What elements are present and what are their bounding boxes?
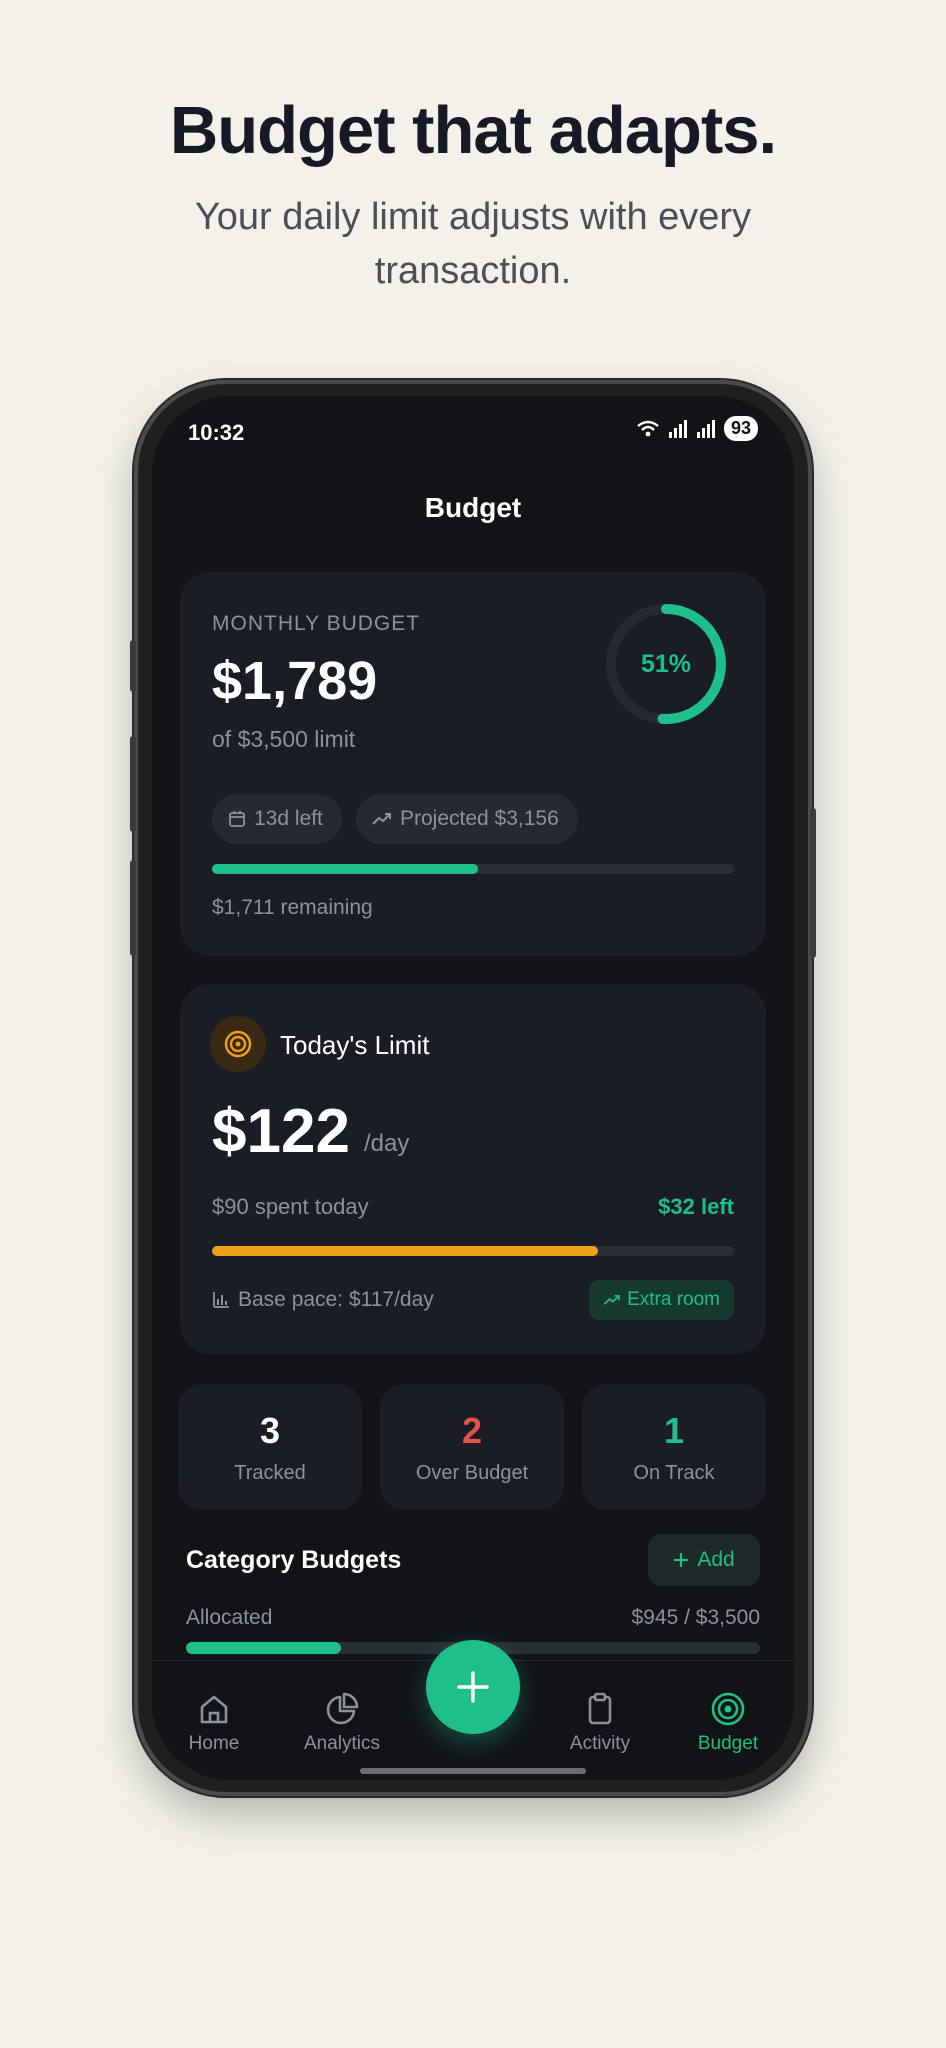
stat-on-track[interactable]: 1 On Track bbox=[582, 1384, 766, 1510]
subline: Your daily limit adjusts with every tran… bbox=[194, 196, 752, 292]
wifi-icon bbox=[637, 420, 659, 436]
days-left-chip: 13d left bbox=[212, 794, 342, 844]
target-icon-badge bbox=[210, 1016, 266, 1072]
plus-icon bbox=[674, 1553, 689, 1567]
calendar-icon bbox=[229, 811, 245, 827]
status-icons: 93 bbox=[636, 416, 758, 441]
nav-analytics[interactable]: Analytics bbox=[282, 1691, 402, 1755]
allocated-label: Allocated bbox=[186, 1606, 273, 1629]
clipboard-icon bbox=[588, 1692, 612, 1725]
trending-up-icon bbox=[372, 813, 391, 825]
monthly-budget-amount: $1,789 bbox=[212, 651, 378, 711]
battery-indicator: 93 bbox=[723, 416, 758, 441]
todays-limit-card[interactable]: Today's Limit $122 /day $90 spent today … bbox=[180, 984, 766, 1354]
signal-icon bbox=[668, 419, 687, 438]
base-pace-text: Base pace: $117/day bbox=[238, 1288, 434, 1311]
stat-label: Tracked bbox=[234, 1462, 306, 1484]
add-category-button[interactable]: Add bbox=[648, 1534, 760, 1586]
nav-activity[interactable]: Activity bbox=[540, 1691, 660, 1755]
status-time: 10:32 bbox=[188, 420, 245, 445]
stat-label: Over Budget bbox=[415, 1462, 529, 1484]
spent-today: $90 spent today bbox=[212, 1194, 369, 1219]
remaining-text: $1,711 remaining bbox=[212, 896, 373, 919]
add-label: Add bbox=[697, 1548, 735, 1571]
phone-side-button bbox=[130, 640, 136, 692]
phone-side-button bbox=[130, 860, 136, 956]
phone-screen: 10:32 93 Budget MONTHLY BUDGET $1,789 of… bbox=[152, 396, 794, 1780]
nav-label: Home bbox=[188, 1733, 240, 1754]
projected-text: Projected $3,156 bbox=[400, 807, 559, 830]
daily-progress-fill bbox=[212, 1246, 599, 1256]
nav-label: Analytics bbox=[303, 1733, 381, 1754]
stat-value: 1 bbox=[663, 1410, 685, 1451]
stat-over-budget[interactable]: 2 Over Budget bbox=[380, 1384, 564, 1510]
phone-side-button bbox=[130, 736, 136, 832]
allocated-value: $945 / $3,500 bbox=[631, 1606, 760, 1629]
extra-room-badge: Extra room bbox=[589, 1280, 734, 1320]
nav-home[interactable]: Home bbox=[154, 1691, 274, 1755]
monthly-progress-fill bbox=[212, 864, 479, 874]
nav-label: Budget bbox=[697, 1733, 759, 1754]
todays-limit-title: Today's Limit bbox=[280, 1030, 430, 1060]
phone-power-button bbox=[810, 808, 816, 958]
page-title: Budget bbox=[424, 492, 522, 523]
projected-chip: Projected $3,156 bbox=[356, 794, 578, 844]
days-left-text: 13d left bbox=[254, 807, 323, 830]
monthly-progress-bar bbox=[212, 864, 734, 874]
allocated-progress-fill bbox=[186, 1642, 341, 1654]
add-transaction-button[interactable] bbox=[426, 1640, 520, 1734]
category-budgets-title: Category Budgets bbox=[186, 1546, 402, 1574]
monthly-budget-card[interactable]: MONTHLY BUDGET $1,789 of $3,500 limit 51… bbox=[180, 572, 766, 956]
budget-percent: 51% bbox=[640, 650, 692, 678]
daily-progress-bar bbox=[212, 1246, 734, 1256]
signal-icon bbox=[696, 419, 715, 438]
stat-tracked[interactable]: 3 Tracked bbox=[178, 1384, 362, 1510]
home-indicator[interactable] bbox=[360, 1768, 586, 1774]
home-icon bbox=[200, 1695, 228, 1724]
bar-chart-icon bbox=[213, 1292, 229, 1308]
plus-icon bbox=[457, 1671, 489, 1703]
target-icon bbox=[224, 1030, 252, 1058]
target-icon bbox=[711, 1692, 745, 1726]
todays-limit-amount: $122 bbox=[212, 1097, 350, 1166]
extra-room-text: Extra room bbox=[627, 1289, 720, 1310]
monthly-budget-limit: of $3,500 limit bbox=[212, 726, 356, 752]
base-pace: Base pace: $117/day bbox=[212, 1288, 434, 1312]
monthly-budget-label: MONTHLY BUDGET bbox=[212, 612, 421, 635]
left-today: $32 left bbox=[658, 1194, 734, 1219]
todays-limit-unit: /day bbox=[364, 1130, 410, 1157]
pie-chart-icon bbox=[326, 1692, 359, 1725]
stat-value: 2 bbox=[461, 1410, 483, 1451]
nav-label: Activity bbox=[569, 1733, 631, 1754]
stat-label: On Track bbox=[633, 1462, 715, 1484]
headline: Budget that adapts. bbox=[169, 93, 777, 168]
trending-up-icon bbox=[603, 1294, 620, 1305]
nav-budget[interactable]: Budget bbox=[668, 1691, 788, 1755]
stat-value: 3 bbox=[259, 1410, 281, 1451]
